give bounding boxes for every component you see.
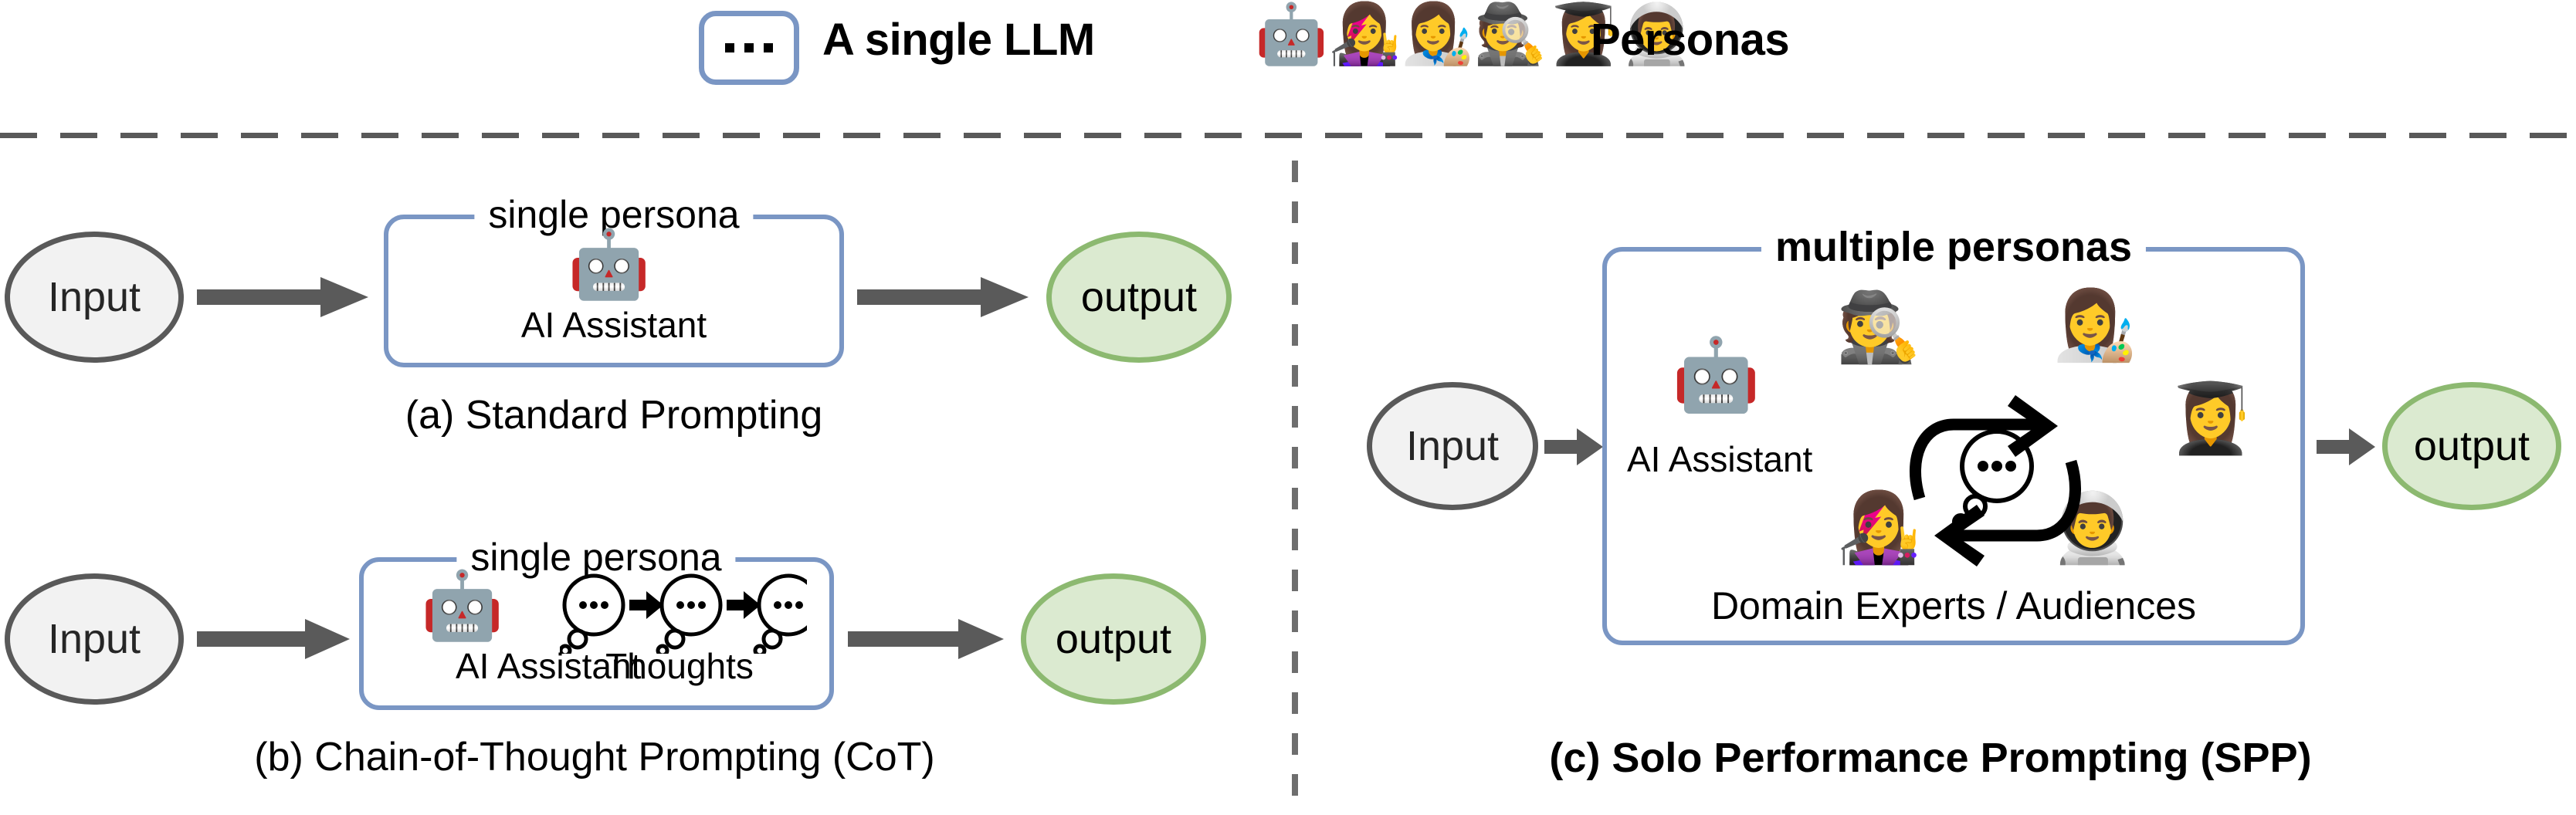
panel-c-arrow-box-to-output [2317,428,2375,465]
panel-b-input-label: Input [47,616,141,662]
legend-single-llm-box [699,11,799,85]
singer-icon: 👩‍🎤 [1327,0,1402,68]
panel-a-output-node: output [1046,232,1232,363]
panel-a-input-label: Input [47,274,141,320]
panel-a-arrow-input-to-box [197,277,368,317]
panel-c-output-label: output [2413,423,2530,469]
panel-b-agent-icon: 🤖 [421,567,504,644]
robot-icon: 🤖 [1255,0,1328,68]
panel-c-artist-icon: 👩‍🎨 [2052,286,2137,365]
panel-b-thoughts-label: Thoughts [605,646,754,686]
panel-c-input-node: Input [1367,382,1538,510]
panel-a-agent-icon: 🤖 [568,226,651,303]
panel-a-caption: (a) Standard Prompting [405,393,823,438]
panel-c-agent-icon: 🤖 [1672,333,1761,416]
legend-personas-label: Personas [1591,15,1790,65]
panel-b-caption: (b) Chain-of-Thought Prompting (CoT) [254,735,935,779]
panel-b-thought-chain [560,573,807,654]
panel-c-personas-label: Domain Experts / Audiences [1710,584,2197,627]
cycle-arrows-icon [1910,395,2081,566]
legend-single-llm-label: A single LLM [822,15,1095,65]
panel-b-arrow-input-to-box [197,619,350,659]
panel-c-agent-label: AI Assistant [1627,439,1813,479]
artist-icon: 👩‍🎨 [1401,0,1474,68]
divider-horizontal [0,133,2576,138]
panel-a-output-label: output [1080,274,1198,320]
panel-c-output-node: output [2382,382,2561,510]
panel-c-arrow-input-to-box [1544,428,1603,465]
panel-b-input-node: Input [5,573,184,705]
panel-c-input-label: Input [1405,423,1500,469]
panel-a-agent-label: AI Assistant [520,305,707,345]
ellipsis-dots-icon [725,43,773,52]
panel-c-graduate-icon: 👩‍🎓 [2168,378,2253,458]
panel-c-detective-icon: 🕵️ [1836,287,1921,367]
panel-c-caption: (c) Solo Performance Prompting (SPP) [1549,735,2312,781]
panel-a-input-node: Input [5,232,184,363]
panel-b-arrow-box-to-output [848,619,1004,659]
divider-vertical [1292,161,1298,809]
panel-a-arrow-box-to-output [857,277,1029,317]
panel-b-output-label: output [1055,616,1172,662]
panel-c-box-title: multiple personas [1761,226,2147,268]
detective-icon: 🕵️ [1473,0,1547,68]
figure-root: A single LLM 🤖 👩‍🎤 👩‍🎨 🕵️ 👩‍🎓 👨‍🚀 Person… [0,0,2576,815]
panel-b-output-node: output [1021,573,1206,705]
